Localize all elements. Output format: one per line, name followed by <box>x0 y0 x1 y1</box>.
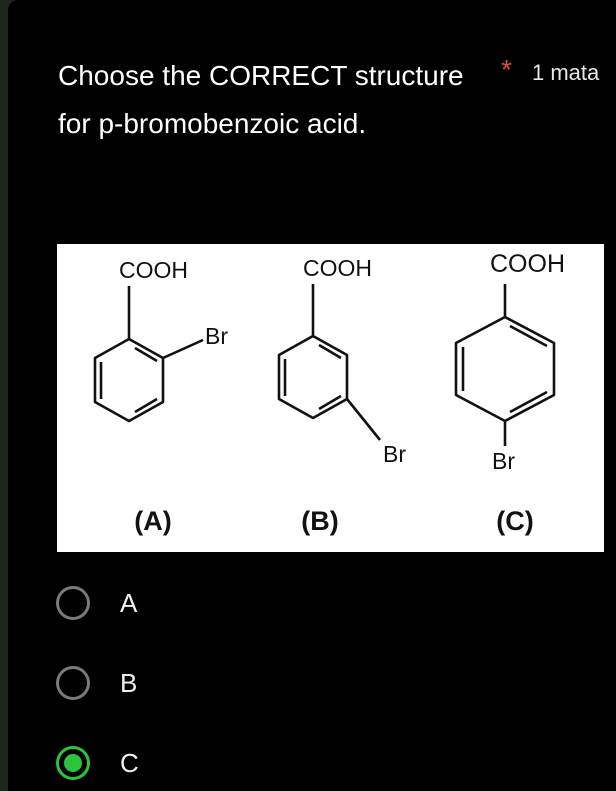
structure-a-caption: (A) <box>134 506 171 536</box>
structures-figure: COOH Br (A) COOH Br (B) COOH Br (C) <box>93 250 565 536</box>
selected-dot <box>64 754 82 772</box>
structure-a-top-group: COOH <box>119 257 188 283</box>
structure-b-caption: (B) <box>301 506 338 536</box>
structure-b-top-group: COOH <box>303 255 372 281</box>
required-marker: * <box>501 54 512 85</box>
structure-c-top-group: COOH <box>490 250 565 278</box>
points-label: 1 mata <box>532 60 600 85</box>
structure-c-ring <box>454 284 556 446</box>
structure-c-substituent: Br <box>492 448 515 474</box>
option-c-radio[interactable] <box>56 746 90 780</box>
option-a-radio[interactable] <box>56 586 90 620</box>
question-image: COOH Br (A) COOH Br (B) COOH Br (C) <box>57 244 604 552</box>
option-a[interactable]: A <box>56 583 256 623</box>
option-c-label: C <box>120 747 139 778</box>
structure-b-substituent: Br <box>383 441 406 467</box>
option-b-radio[interactable] <box>56 666 90 700</box>
structure-b-ring <box>277 284 382 441</box>
question-text: Choose the CORRECT structure for p-bromo… <box>58 60 464 139</box>
option-b[interactable]: B <box>56 663 256 703</box>
structure-a-substituent: Br <box>205 323 228 349</box>
option-b-label: B <box>120 667 138 698</box>
structure-c-caption: (C) <box>496 506 533 536</box>
option-a-label: A <box>120 587 138 618</box>
structure-a-ring <box>93 286 204 423</box>
option-c[interactable]: C <box>56 743 256 783</box>
